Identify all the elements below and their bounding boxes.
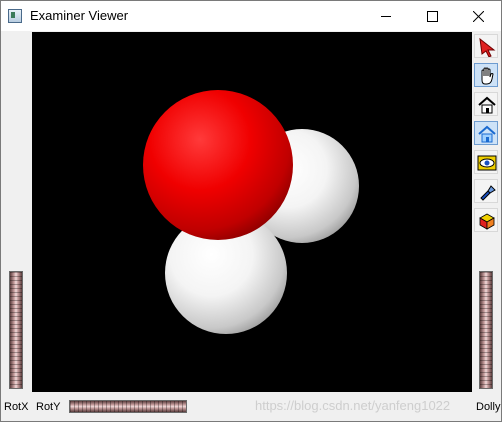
3d-viewport[interactable] [32,32,472,392]
app-window-icon [8,9,22,23]
maximize-icon [427,11,438,22]
title-bar: Examiner Viewer [1,1,501,31]
projection-toggle-button[interactable] [474,208,498,232]
set-home-button[interactable] [474,121,498,145]
home-button[interactable] [474,92,498,116]
dolly-thumbwheel[interactable] [479,271,493,389]
projection-cube-icon [479,213,495,230]
dolly-label: Dolly [476,401,501,413]
seek-flashlight-icon [480,185,496,201]
maximize-button[interactable] [409,1,455,31]
rotx-thumbwheel[interactable] [9,271,23,389]
view-all-icon [477,155,497,171]
seek-button[interactable] [474,179,498,203]
minimize-button[interactable] [363,1,409,31]
hand-view-icon [481,67,494,85]
roty-label: RotY [36,401,61,413]
watermark-text: https://blog.csdn.net/yanfeng1022 [255,398,451,413]
set-home-icon [478,125,496,143]
pick-arrow-icon [479,37,496,57]
examiner-viewer-window: Examiner Viewer RotX RotY https://blog.c… [0,0,502,422]
rotx-label: RotX [4,401,29,413]
close-icon [473,11,484,22]
oxygen-atom [143,90,293,240]
pick-mode-button[interactable] [474,34,498,58]
water-molecule-scene [143,90,359,334]
view-mode-button[interactable] [474,63,498,87]
view-all-button[interactable] [474,150,498,174]
home-icon [478,96,496,114]
roty-thumbwheel[interactable] [69,400,187,413]
window-title: Examiner Viewer [30,8,129,23]
minimize-icon [381,16,391,17]
close-button[interactable] [455,1,501,31]
